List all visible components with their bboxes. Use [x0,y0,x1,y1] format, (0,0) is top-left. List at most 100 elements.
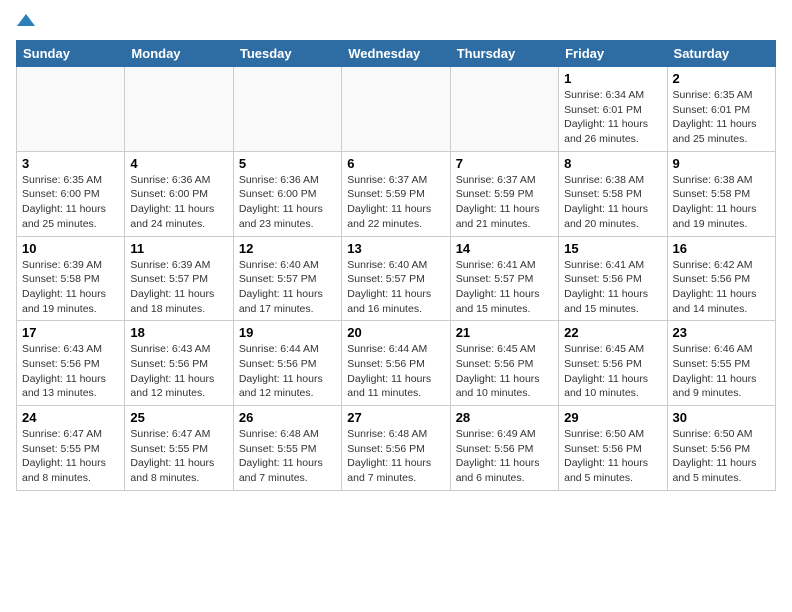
calendar-cell [125,67,233,152]
calendar-cell: 16 Sunrise: 6:42 AMSunset: 5:56 PMDayligh… [667,236,775,321]
day-number: 15 [564,241,661,256]
day-info: Sunrise: 6:49 AMSunset: 5:56 PMDaylight:… [456,427,553,486]
day-number: 6 [347,156,444,171]
calendar-cell: 1 Sunrise: 6:34 AMSunset: 6:01 PMDaylight… [559,67,667,152]
day-number: 10 [22,241,119,256]
day-info: Sunrise: 6:45 AMSunset: 5:56 PMDaylight:… [456,342,553,401]
calendar-cell [342,67,450,152]
calendar-cell: 7 Sunrise: 6:37 AMSunset: 5:59 PMDaylight… [450,151,558,236]
day-info: Sunrise: 6:43 AMSunset: 5:56 PMDaylight:… [22,342,119,401]
calendar-cell [233,67,341,152]
day-number: 16 [673,241,770,256]
day-number: 26 [239,410,336,425]
day-info: Sunrise: 6:37 AMSunset: 5:59 PMDaylight:… [456,173,553,232]
calendar-cell: 22Sunrise: 6:45 AMSunset: 5:56 PMDayligh… [559,321,667,406]
day-info: Sunrise: 6:41 AMSunset: 5:57 PMDaylight:… [456,258,553,317]
calendar-cell: 6 Sunrise: 6:37 AMSunset: 5:59 PMDaylight… [342,151,450,236]
day-number: 5 [239,156,336,171]
weekday-header: Wednesday [342,41,450,67]
day-number: 7 [456,156,553,171]
page-header [16,16,776,28]
day-info: Sunrise: 6:40 AMSunset: 5:57 PMDaylight:… [239,258,336,317]
day-info: Sunrise: 6:38 AMSunset: 5:58 PMDaylight:… [564,173,661,232]
day-info: Sunrise: 6:46 AMSunset: 5:55 PMDaylight:… [673,342,770,401]
calendar-cell: 9 Sunrise: 6:38 AMSunset: 5:58 PMDaylight… [667,151,775,236]
day-number: 19 [239,325,336,340]
day-number: 25 [130,410,227,425]
calendar-cell [17,67,125,152]
weekday-header: Sunday [17,41,125,67]
day-info: Sunrise: 6:36 AMSunset: 6:00 PMDaylight:… [239,173,336,232]
calendar-cell: 18Sunrise: 6:43 AMSunset: 5:56 PMDayligh… [125,321,233,406]
day-info: Sunrise: 6:36 AMSunset: 6:00 PMDaylight:… [130,173,227,232]
day-info: Sunrise: 6:39 AMSunset: 5:58 PMDaylight:… [22,258,119,317]
calendar-cell: 14 Sunrise: 6:41 AMSunset: 5:57 PMDayligh… [450,236,558,321]
calendar-table: SundayMondayTuesdayWednesdayThursdayFrid… [16,40,776,491]
calendar-week-row: 10 Sunrise: 6:39 AMSunset: 5:58 PMDayligh… [17,236,776,321]
day-info: Sunrise: 6:38 AMSunset: 5:58 PMDaylight:… [673,173,770,232]
day-info: Sunrise: 6:50 AMSunset: 5:56 PMDaylight:… [673,427,770,486]
day-number: 17 [22,325,119,340]
day-number: 2 [673,71,770,86]
day-info: Sunrise: 6:48 AMSunset: 5:55 PMDaylight:… [239,427,336,486]
calendar-cell: 11Sunrise: 6:39 AMSunset: 5:57 PMDayligh… [125,236,233,321]
day-info: Sunrise: 6:44 AMSunset: 5:56 PMDaylight:… [347,342,444,401]
day-info: Sunrise: 6:40 AMSunset: 5:57 PMDaylight:… [347,258,444,317]
day-number: 1 [564,71,661,86]
day-info: Sunrise: 6:37 AMSunset: 5:59 PMDaylight:… [347,173,444,232]
day-info: Sunrise: 6:35 AMSunset: 6:00 PMDaylight:… [22,173,119,232]
day-number: 28 [456,410,553,425]
calendar-cell: 27 Sunrise: 6:48 AMSunset: 5:56 PMDayligh… [342,406,450,491]
logo-triangle-icon [17,12,35,30]
calendar-cell: 26 Sunrise: 6:48 AMSunset: 5:55 PMDayligh… [233,406,341,491]
weekday-header: Friday [559,41,667,67]
calendar-cell: 19 Sunrise: 6:44 AMSunset: 5:56 PMDayligh… [233,321,341,406]
day-info: Sunrise: 6:41 AMSunset: 5:56 PMDaylight:… [564,258,661,317]
calendar-cell: 2 Sunrise: 6:35 AMSunset: 6:01 PMDaylight… [667,67,775,152]
weekday-header: Tuesday [233,41,341,67]
day-number: 12 [239,241,336,256]
calendar-header-row: SundayMondayTuesdayWednesdayThursdayFrid… [17,41,776,67]
calendar-cell: 30Sunrise: 6:50 AMSunset: 5:56 PMDayligh… [667,406,775,491]
day-number: 20 [347,325,444,340]
day-info: Sunrise: 6:47 AMSunset: 5:55 PMDaylight:… [22,427,119,486]
calendar-cell: 28 Sunrise: 6:49 AMSunset: 5:56 PMDayligh… [450,406,558,491]
calendar-cell: 13 Sunrise: 6:40 AMSunset: 5:57 PMDayligh… [342,236,450,321]
weekday-header: Saturday [667,41,775,67]
day-number: 11 [130,241,227,256]
day-number: 29 [564,410,661,425]
day-info: Sunrise: 6:44 AMSunset: 5:56 PMDaylight:… [239,342,336,401]
day-info: Sunrise: 6:34 AMSunset: 6:01 PMDaylight:… [564,88,661,147]
calendar-cell: 8 Sunrise: 6:38 AMSunset: 5:58 PMDaylight… [559,151,667,236]
weekday-header: Thursday [450,41,558,67]
day-number: 8 [564,156,661,171]
calendar-cell: 25 Sunrise: 6:47 AMSunset: 5:55 PMDayligh… [125,406,233,491]
day-number: 14 [456,241,553,256]
day-number: 3 [22,156,119,171]
day-number: 24 [22,410,119,425]
calendar-cell: 17 Sunrise: 6:43 AMSunset: 5:56 PMDayligh… [17,321,125,406]
calendar-cell: 4 Sunrise: 6:36 AMSunset: 6:00 PMDaylight… [125,151,233,236]
weekday-header: Monday [125,41,233,67]
calendar-cell: 15 Sunrise: 6:41 AMSunset: 5:56 PMDayligh… [559,236,667,321]
calendar-cell: 23Sunrise: 6:46 AMSunset: 5:55 PMDayligh… [667,321,775,406]
day-number: 22 [564,325,661,340]
calendar-cell: 29 Sunrise: 6:50 AMSunset: 5:56 PMDayligh… [559,406,667,491]
day-number: 13 [347,241,444,256]
day-number: 4 [130,156,227,171]
day-info: Sunrise: 6:35 AMSunset: 6:01 PMDaylight:… [673,88,770,147]
day-info: Sunrise: 6:50 AMSunset: 5:56 PMDaylight:… [564,427,661,486]
day-info: Sunrise: 6:43 AMSunset: 5:56 PMDaylight:… [130,342,227,401]
day-info: Sunrise: 6:48 AMSunset: 5:56 PMDaylight:… [347,427,444,486]
day-number: 9 [673,156,770,171]
calendar-cell: 10 Sunrise: 6:39 AMSunset: 5:58 PMDayligh… [17,236,125,321]
calendar-cell: 5 Sunrise: 6:36 AMSunset: 6:00 PMDaylight… [233,151,341,236]
day-info: Sunrise: 6:47 AMSunset: 5:55 PMDaylight:… [130,427,227,486]
day-number: 27 [347,410,444,425]
calendar-cell: 24 Sunrise: 6:47 AMSunset: 5:55 PMDayligh… [17,406,125,491]
calendar-cell: 21 Sunrise: 6:45 AMSunset: 5:56 PMDayligh… [450,321,558,406]
calendar-cell: 20 Sunrise: 6:44 AMSunset: 5:56 PMDayligh… [342,321,450,406]
day-info: Sunrise: 6:42 AMSunset: 5:56 PMDaylight:… [673,258,770,317]
calendar-cell [450,67,558,152]
day-number: 21 [456,325,553,340]
